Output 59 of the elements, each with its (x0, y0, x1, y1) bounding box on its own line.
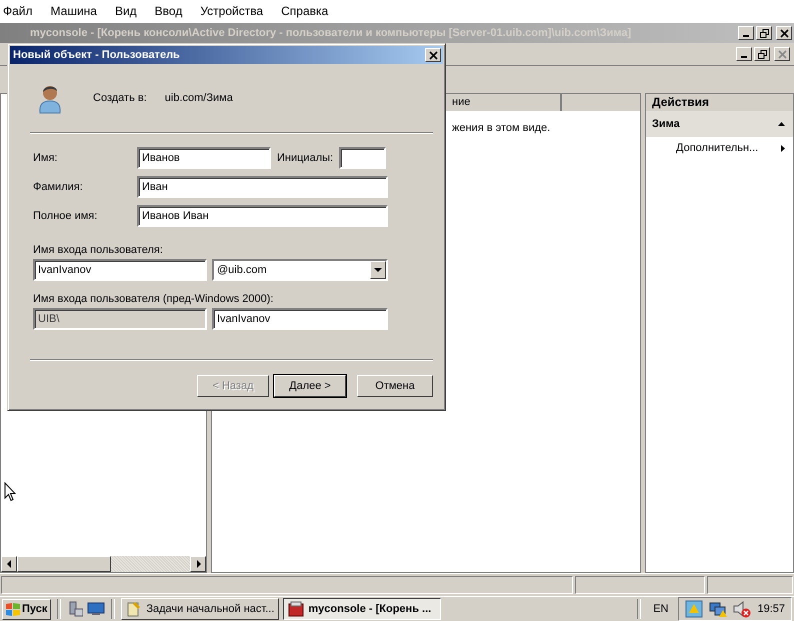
minimize-button[interactable] (738, 26, 754, 40)
speaker-muted-icon[interactable] (733, 600, 752, 618)
menu-item[interactable]: Файл (3, 4, 33, 18)
close-button[interactable] (776, 26, 792, 40)
field-label: Инициалы: (277, 152, 334, 164)
field-label: Имя входа пользователя (пред-Windows 2000): (33, 293, 274, 305)
start-button[interactable]: Пуск (2, 598, 52, 620)
field-label: Имя входа пользователя: (33, 244, 164, 256)
full-name-field[interactable]: Иванов Иван (137, 205, 388, 227)
taskbar-button[interactable]: Задачи начальной наст... (121, 598, 280, 620)
pre2000-logon-field[interactable]: IvanIvanov (212, 308, 388, 330)
arrow-left-icon (6, 560, 12, 568)
cursor-icon (4, 482, 16, 502)
close-button[interactable] (425, 48, 441, 62)
logon-name-field[interactable]: IvanIvanov (33, 259, 207, 281)
dialog-title: Новый объект - Пользователь (13, 49, 180, 61)
close-button[interactable] (774, 47, 790, 61)
restore-icon (758, 50, 766, 58)
submenu-arrow-icon (781, 144, 785, 152)
close-icon (778, 50, 786, 58)
last-name-field[interactable]: Иван (137, 176, 388, 198)
restore-icon (760, 28, 768, 38)
restore-button[interactable] (756, 26, 772, 40)
section-title: Зима (652, 118, 680, 130)
windows-flag-icon (6, 602, 20, 616)
domain-dropdown[interactable]: @uib.com (212, 259, 388, 281)
close-icon (780, 28, 788, 38)
language-indicator[interactable]: EN (653, 603, 668, 615)
menu-item[interactable]: Справка (281, 4, 328, 18)
collapse-icon (778, 122, 785, 126)
arrow-right-icon (196, 560, 200, 568)
field-label: Фамилия: (33, 181, 84, 193)
menu-item[interactable]: Вид (114, 4, 137, 18)
menu-item[interactable]: Устройства (200, 4, 264, 18)
restore-button[interactable] (754, 47, 770, 61)
initials-field[interactable] (339, 147, 386, 169)
toolbox-icon (288, 601, 304, 617)
network-icon[interactable] (709, 600, 728, 618)
clock[interactable]: 19:57 (757, 603, 785, 615)
create-in-label: Создать в: (93, 92, 147, 104)
empty-message: жения в этом виде. (451, 122, 552, 134)
menu-item[interactable]: Ввод (154, 4, 182, 18)
dropdown-arrow-icon (374, 268, 382, 272)
field-label: Полное имя: (33, 210, 98, 222)
close-icon (428, 50, 438, 60)
create-in-path: uib.com/Зима (164, 92, 233, 104)
taskbar-button[interactable]: myconsole - [Корень ... (283, 598, 442, 620)
section-header[interactable]: Зима (646, 111, 793, 137)
menu-item[interactable]: Машина (50, 4, 97, 18)
minimize-button[interactable] (736, 47, 752, 61)
action-item[interactable]: Дополнительн... (646, 137, 793, 159)
first-name-field[interactable]: Иванов (137, 147, 271, 169)
next-button[interactable]: Далее > (274, 375, 346, 397)
actions-header: Действия (646, 94, 793, 111)
server-icon[interactable] (67, 601, 84, 617)
cancel-button[interactable]: Отмена (357, 375, 433, 397)
desktop-icon[interactable] (87, 602, 106, 616)
field-label: Имя: (33, 152, 58, 164)
scrollbar[interactable] (1, 556, 206, 572)
